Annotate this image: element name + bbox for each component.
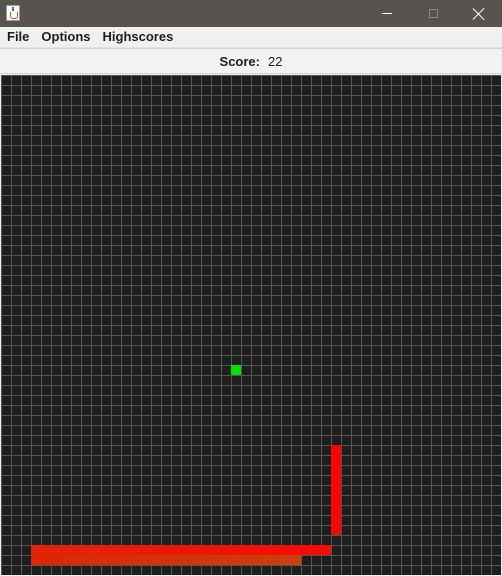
snake-segment (111, 555, 121, 565)
snake-segment (331, 505, 341, 515)
snake-segment (231, 555, 241, 565)
snake-segment (331, 515, 341, 525)
snake-segment (41, 555, 51, 565)
snake-segment (171, 545, 181, 555)
snake-segment (81, 555, 91, 565)
snake-segment (281, 545, 291, 555)
snake-segment (211, 555, 221, 565)
snake-segment (231, 545, 241, 555)
food-pellet (231, 365, 241, 375)
snake-segment (321, 545, 331, 555)
snake-segment (291, 555, 301, 565)
snake-segment (181, 555, 191, 565)
snake-segment (191, 545, 201, 555)
snake-segment (61, 555, 71, 565)
snake-segment (161, 555, 171, 565)
snake-segment (111, 545, 121, 555)
snake-segment (331, 495, 341, 505)
snake-segment (291, 545, 301, 555)
snake-segment (31, 555, 41, 565)
snake-segment (331, 485, 341, 495)
snake-segment (131, 555, 141, 565)
title-bar[interactable] (0, 0, 502, 27)
java-cup-icon (6, 5, 20, 21)
menu-file[interactable]: File (0, 27, 35, 47)
snake-segment (281, 555, 291, 565)
snake-segment (301, 545, 311, 555)
snake-segment (261, 555, 271, 565)
minimize-button[interactable] (364, 0, 410, 27)
snake-segment (141, 555, 151, 565)
snake-segment (331, 455, 341, 465)
snake-segment (181, 545, 191, 555)
maximize-button (410, 0, 456, 27)
snake-segment (261, 545, 271, 555)
snake-segment (331, 465, 341, 475)
snake-segment (121, 545, 131, 555)
menu-highscores[interactable]: Highscores (97, 27, 180, 47)
snake-segment (51, 555, 61, 565)
snake-segment (191, 555, 201, 565)
snake-segment (91, 555, 101, 565)
menu-options[interactable]: Options (35, 27, 96, 47)
menu-bar: File Options Highscores (0, 27, 502, 48)
snake-segment (71, 545, 81, 555)
snake-segment (31, 545, 41, 555)
snake-segment (171, 555, 181, 565)
snake-segment (131, 545, 141, 555)
game-board[interactable] (1, 75, 501, 575)
snake-segment (41, 545, 51, 555)
snake-segment (201, 555, 211, 565)
minimize-icon (382, 13, 392, 14)
snake-segment (331, 475, 341, 485)
snake-segment (81, 545, 91, 555)
score-value: 22 (268, 53, 283, 69)
snake-segment (151, 545, 161, 555)
snake-segment (141, 545, 151, 555)
snake-game-window: File Options Highscores Score: 22 (0, 0, 502, 576)
snake-segment (101, 555, 111, 565)
snake-segment (251, 555, 261, 565)
snake-segment (121, 555, 131, 565)
snake-segment (241, 545, 251, 555)
snake-segment (61, 545, 71, 555)
snake-segment (91, 545, 101, 555)
snake-segment (161, 545, 171, 555)
snake-segment (51, 545, 61, 555)
score-label: Score: (219, 53, 260, 69)
snake-segment (271, 555, 281, 565)
snake-segment (221, 545, 231, 555)
snake-head (331, 445, 341, 455)
snake-segment (71, 555, 81, 565)
snake-segment (241, 555, 251, 565)
close-button[interactable] (456, 0, 502, 27)
close-icon (472, 7, 486, 21)
maximize-icon (428, 9, 438, 18)
snake-segment (271, 545, 281, 555)
snake-segment (151, 555, 161, 565)
snake-segment (331, 525, 341, 535)
snake-segment (311, 545, 321, 555)
snake-segment (101, 545, 111, 555)
snake-segment (221, 555, 231, 565)
score-bar: Score: 22 (0, 48, 502, 74)
snake-segment (211, 545, 221, 555)
snake-segment (251, 545, 261, 555)
snake-segment (201, 545, 211, 555)
